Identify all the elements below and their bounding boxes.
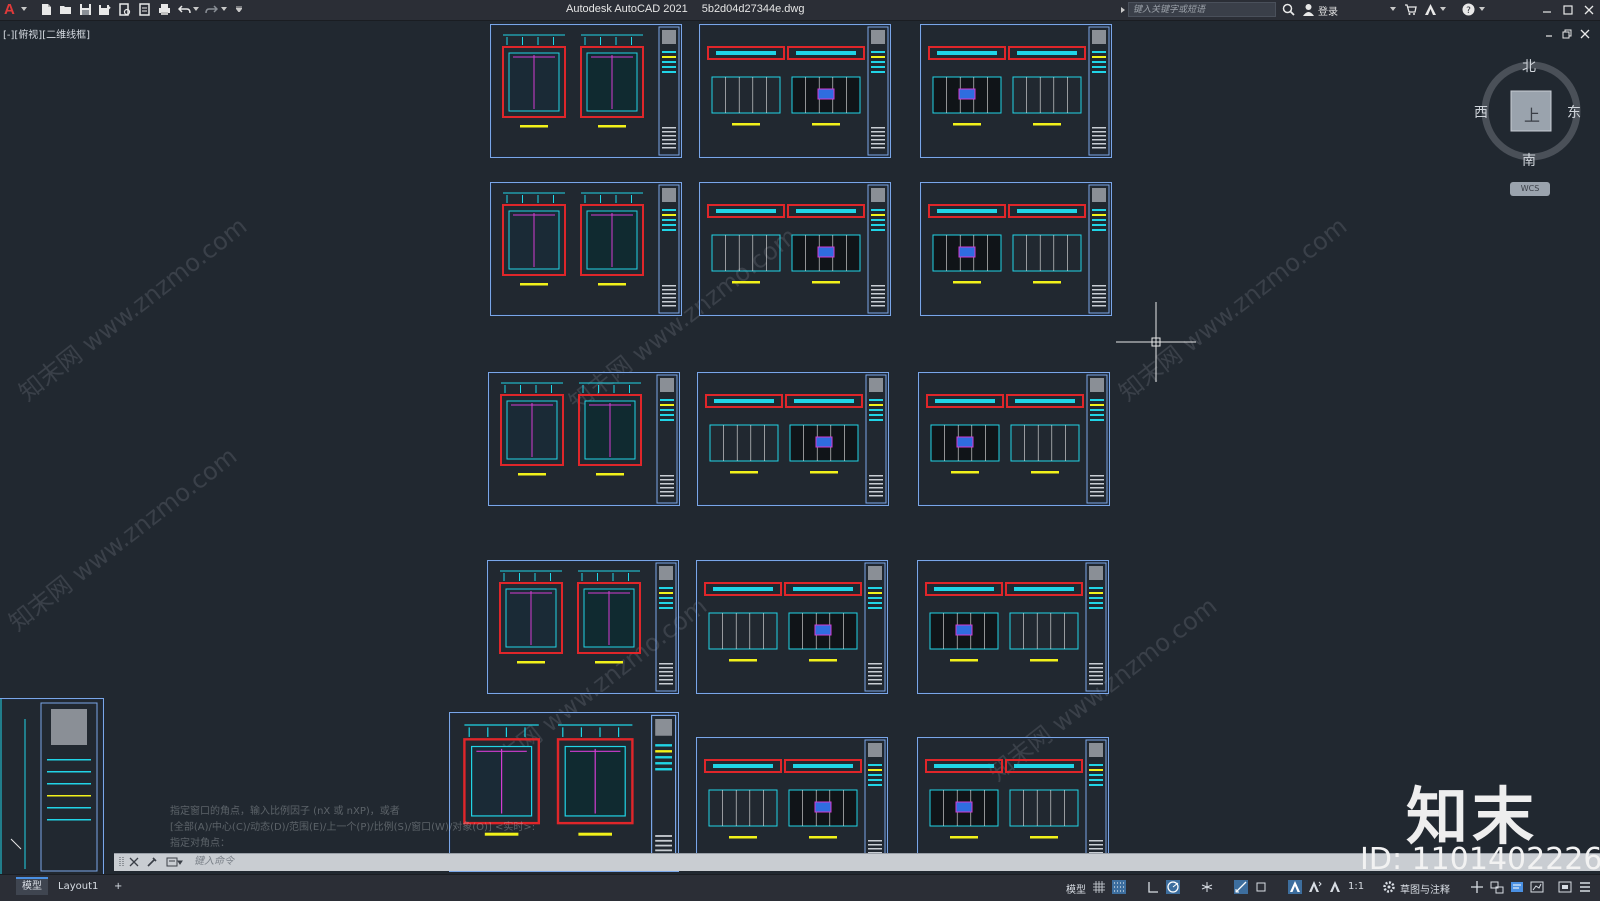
drawing-sheet[interactable]: [920, 24, 1112, 158]
quick-properties-icon[interactable]: [1510, 880, 1524, 894]
drawing-sheet[interactable]: [697, 372, 889, 506]
help-chevron-icon[interactable]: [1479, 6, 1485, 12]
save-as-icon[interactable]: [98, 3, 111, 16]
viewcube-north-label[interactable]: 北: [1522, 56, 1536, 76]
search-input[interactable]: 键入关键字或短语: [1128, 2, 1276, 17]
model-space-toggle[interactable]: 模型: [1066, 881, 1086, 896]
autodesk-app-icon[interactable]: [1424, 3, 1437, 16]
command-line-customize-icon[interactable]: [146, 856, 158, 868]
add-layout-button[interactable]: +: [108, 879, 128, 895]
customization-menu-icon[interactable]: [1578, 880, 1592, 894]
crosshair-cursor-icon: [1116, 302, 1196, 382]
snap-icon[interactable]: [1112, 880, 1126, 894]
drawing-sheet[interactable]: [696, 560, 888, 694]
open-icon[interactable]: [59, 3, 72, 16]
units-icon[interactable]: [1490, 880, 1504, 894]
viewport-close-icon[interactable]: [1580, 29, 1590, 39]
drawing-sheet[interactable]: [917, 737, 1109, 871]
drawing-sheet[interactable]: [488, 372, 680, 506]
plot-preview-icon[interactable]: [118, 3, 131, 16]
autocad-logo-icon[interactable]: A: [4, 1, 18, 18]
command-line-close-icon[interactable]: [128, 856, 140, 868]
command-history-line: [全部(A)/中心(C)/动态(D)/范围(E)/上一个(P)/比例(S)/窗口…: [170, 822, 536, 833]
command-history-line: 指定窗口的角点，输入比例因子 (nX 或 nXP)，或者: [170, 806, 400, 817]
polar-tracking-icon[interactable]: [1166, 880, 1180, 894]
watermark: 知末网 www.znzmo.com: [13, 211, 253, 407]
annotation-monitor-icon[interactable]: [1470, 880, 1484, 894]
command-input[interactable]: 键入命令: [194, 855, 894, 869]
viewport-controls-label[interactable]: [-][俯视][二维线框]: [3, 26, 90, 41]
publish-icon[interactable]: [138, 3, 151, 16]
drawing-sheet[interactable]: [490, 182, 682, 316]
grid-icon[interactable]: [1092, 880, 1106, 894]
viewcube-face-top[interactable]: 上: [1524, 102, 1540, 126]
status-bar: 模型 Layout1 + 模型 1:1 草图与注释: [0, 874, 1600, 901]
annotation-scale-value[interactable]: 1:1: [1348, 881, 1364, 892]
viewport-minimize-icon[interactable]: [1544, 29, 1554, 39]
minimize-icon[interactable]: [1540, 3, 1554, 17]
wcs-menu[interactable]: WCS: [1510, 182, 1550, 196]
maximize-icon[interactable]: [1561, 3, 1575, 17]
tab-layout1[interactable]: Layout1: [52, 879, 104, 895]
search-expand-icon[interactable]: [1120, 7, 1126, 13]
window-title: Autodesk AutoCAD 2021 5b2d04d27344e.dwg: [566, 3, 818, 15]
graphics-performance-icon[interactable]: [1530, 880, 1544, 894]
auto-scale-icon[interactable]: [1308, 880, 1322, 894]
viewcube-west-label[interactable]: 西: [1474, 102, 1488, 122]
new-icon[interactable]: [40, 3, 53, 16]
object-snap-tracking-icon[interactable]: [1234, 880, 1248, 894]
app-name: Autodesk AutoCAD 2021: [566, 3, 688, 15]
workspace-switch[interactable]: 草图与注释: [1400, 881, 1450, 896]
drawing-sheet[interactable]: [490, 24, 682, 158]
annotation-scale-icon[interactable]: [1328, 880, 1342, 894]
save-icon[interactable]: [79, 3, 92, 16]
login-link[interactable]: 登录: [1318, 3, 1338, 18]
drawing-sheet[interactable]: [0, 698, 104, 876]
annotation-visibility-icon[interactable]: [1288, 880, 1302, 894]
redo-chevron-icon[interactable]: [221, 6, 227, 12]
command-history: 指定窗口的角点，输入比例因子 (nX 或 nXP)，或者 [全部(A)/中心(C…: [170, 804, 535, 852]
watermark: 知末网 www.znzmo.com: [3, 441, 243, 637]
viewcube-south-label[interactable]: 南: [1522, 150, 1536, 170]
user-icon[interactable]: [1302, 3, 1315, 16]
tab-model[interactable]: 模型: [16, 877, 48, 895]
search-icon[interactable]: [1282, 3, 1295, 16]
image-id-label: ID: 1101402226: [1360, 842, 1600, 877]
drawing-sheet[interactable]: [487, 560, 679, 694]
login-chevron-icon[interactable]: [1390, 6, 1396, 12]
close-icon[interactable]: [1582, 3, 1596, 17]
redo-icon[interactable]: [205, 3, 218, 16]
command-history-line: 指定对角点：: [170, 838, 230, 849]
help-icon[interactable]: ?: [1462, 3, 1475, 16]
svg-text:?: ?: [1466, 6, 1471, 16]
app-chevron-icon[interactable]: [1440, 6, 1446, 12]
cart-icon[interactable]: [1404, 3, 1417, 16]
recent-commands-icon[interactable]: [166, 856, 184, 868]
undo-icon[interactable]: [178, 3, 191, 16]
drawing-sheet[interactable]: [696, 737, 888, 871]
ortho-icon[interactable]: [1146, 880, 1160, 894]
drawing-sheet[interactable]: [699, 24, 891, 158]
workspace-gear-icon[interactable]: [1382, 880, 1396, 894]
drawing-sheet[interactable]: [918, 372, 1110, 506]
undo-chevron-icon[interactable]: [193, 6, 199, 12]
customize-quick-access-icon[interactable]: [236, 6, 242, 12]
app-menu-chevron-icon[interactable]: [21, 6, 27, 12]
title-bar: A Autodesk AutoCAD 2021 5b2d04d27344e.dwg: [0, 0, 1600, 21]
object-snap-icon[interactable]: [1254, 880, 1268, 894]
print-icon[interactable]: [158, 3, 171, 16]
drawing-sheet[interactable]: [917, 560, 1109, 694]
clean-screen-icon[interactable]: [1558, 880, 1572, 894]
viewcube-east-label[interactable]: 东: [1567, 102, 1581, 122]
isodraft-icon[interactable]: [1200, 880, 1214, 894]
file-name: 5b2d04d27344e.dwg: [701, 3, 805, 15]
viewport-restore-icon[interactable]: [1562, 29, 1572, 39]
drawing-sheet[interactable]: [920, 182, 1112, 316]
drawing-sheet[interactable]: [699, 182, 891, 316]
